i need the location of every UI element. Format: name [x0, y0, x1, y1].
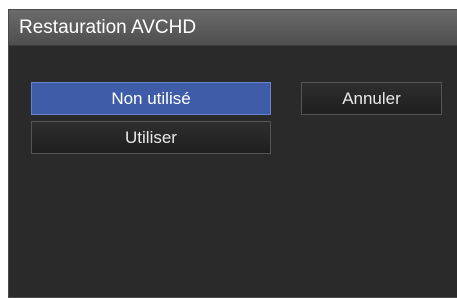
utiliser-button[interactable]: Utiliser	[31, 121, 271, 154]
annuler-button[interactable]: Annuler	[301, 82, 442, 115]
non-utilise-button[interactable]: Non utilisé	[31, 82, 271, 115]
restore-dialog: Restauration AVCHD Non utilisé Utiliser …	[8, 9, 457, 298]
dialog-title: Restauration AVCHD	[9, 10, 457, 46]
